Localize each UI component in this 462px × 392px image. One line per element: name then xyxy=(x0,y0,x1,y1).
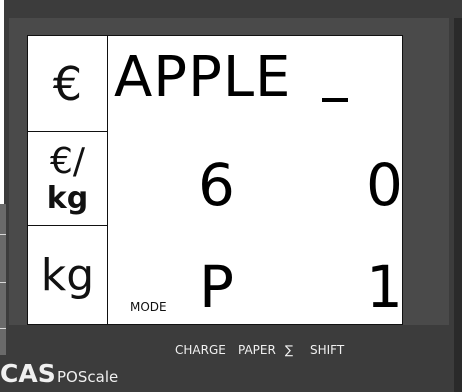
device-right-edge xyxy=(454,18,462,392)
weight-digit-right: 1 xyxy=(366,253,403,321)
paper-key-label[interactable]: PAPER xyxy=(238,343,276,357)
unit-per-kg-top: €/ xyxy=(49,141,86,182)
lcd-divider xyxy=(107,36,108,324)
unit-per-kg: €/ kg xyxy=(28,132,107,226)
price-digit-right: 0 xyxy=(366,151,403,219)
unit-euro-icon: € xyxy=(52,57,83,111)
weight-digit-left: P xyxy=(199,253,234,321)
unit-per-kg-bottom: kg xyxy=(46,181,89,216)
lcd-display: € €/ kg kg APPLE 6 0 P 1 MODE xyxy=(27,35,403,325)
price-digit-left: 6 xyxy=(198,151,235,219)
brand-model: POScale xyxy=(57,368,119,386)
text-cursor xyxy=(322,98,348,102)
item-name: APPLE xyxy=(114,45,292,110)
sigma-key-label[interactable]: ∑ xyxy=(285,343,293,357)
shift-key-label[interactable]: SHIFT xyxy=(310,343,344,357)
unit-kg: kg xyxy=(40,249,95,301)
brand-name: CAS xyxy=(0,359,56,388)
mode-label: MODE xyxy=(130,300,167,314)
